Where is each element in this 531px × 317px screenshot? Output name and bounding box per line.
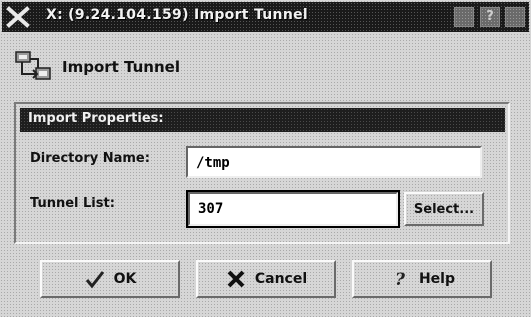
import-properties-header: Import Properties: [20,108,505,132]
svg-text:?: ? [395,270,406,289]
checkmark-icon [84,269,106,289]
close-x-icon[interactable] [6,6,30,28]
directory-name-field[interactable]: /tmp [186,146,482,178]
maximize-button[interactable] [505,7,525,27]
dialog-heading: Import Tunnel [62,58,180,76]
minimize-button[interactable] [454,7,474,27]
directory-name-label: Directory Name: [30,151,150,166]
import-properties-title: Import Properties: [28,111,164,126]
title-bar[interactable]: X: (9.24.104.159) Import Tunnel ? [2,2,529,32]
cancel-button-label: Cancel [254,271,308,287]
tunnel-import-icon [15,51,51,80]
help-button-label: Help [418,271,456,287]
help-button[interactable]: ? Help [352,260,492,298]
ok-button-label: OK [113,271,137,287]
help-title-button[interactable]: ? [480,7,500,27]
tunnel-list-label: Tunnel List: [30,196,115,211]
window-title: X: (9.24.104.159) Import Tunnel [46,7,308,23]
import-tunnel-window: X: (9.24.104.159) Import Tunnel ? Import… [0,0,531,317]
cancel-x-icon [225,269,247,289]
ok-button[interactable]: OK [40,260,180,298]
question-mark-icon: ? [389,269,411,289]
select-button-label: Select... [413,201,475,217]
cancel-button[interactable]: Cancel [196,260,336,298]
select-button[interactable]: Select... [404,192,484,226]
tunnel-list-field[interactable]: 307 [186,190,400,228]
